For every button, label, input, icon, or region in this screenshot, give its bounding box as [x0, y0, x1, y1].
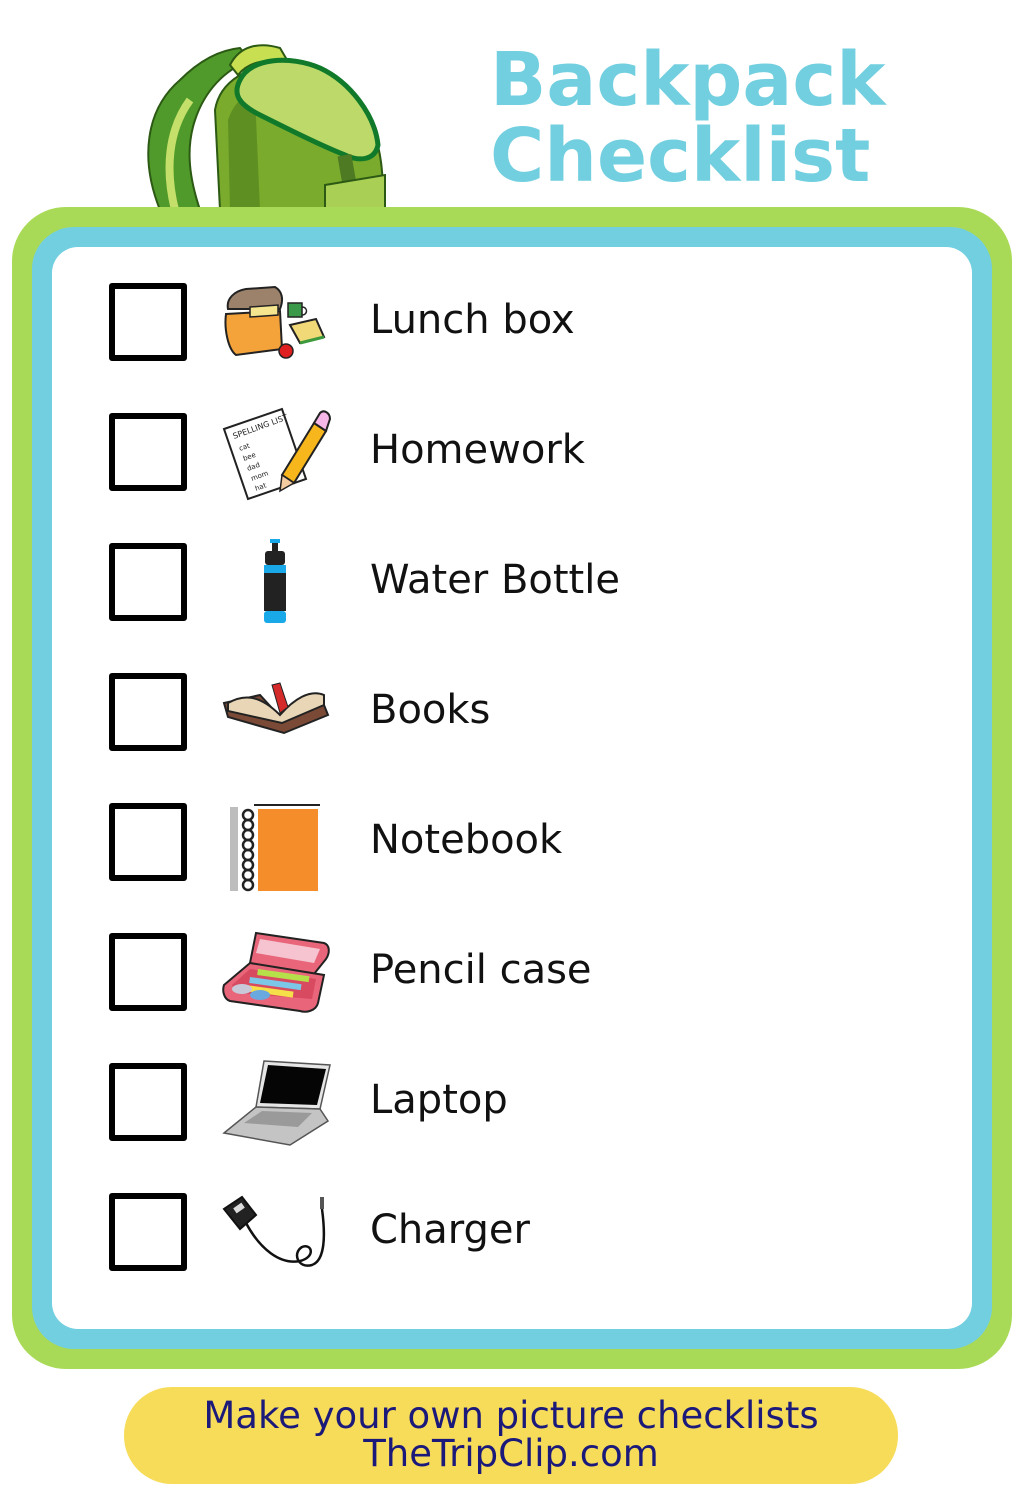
checkbox[interactable]	[109, 1193, 187, 1271]
item-label: Pencil case	[370, 947, 592, 993]
item-label: Lunch box	[370, 297, 575, 343]
checkbox[interactable]	[109, 1063, 187, 1141]
title-line-1: Backpack	[490, 37, 886, 123]
promo-banner[interactable]: Make your own picture checklists TheTrip…	[124, 1387, 898, 1484]
checklist: Lunch box SPELLING LIST cat bee dad mom …	[52, 247, 972, 1329]
item-label: Water Bottle	[370, 557, 620, 603]
checkbox[interactable]	[109, 803, 187, 881]
item-label: Books	[370, 687, 491, 733]
pencil-case-icon	[222, 931, 330, 1013]
page-title: Backpack Checklist	[490, 42, 885, 194]
checkbox[interactable]	[109, 933, 187, 1011]
checklist-item: Lunch box	[52, 247, 972, 377]
checklist-item: Notebook	[52, 767, 972, 897]
checkbox[interactable]	[109, 673, 187, 751]
item-label: Homework	[370, 427, 585, 473]
header: Backpack Checklist	[0, 0, 1023, 210]
checkbox[interactable]	[109, 413, 187, 491]
checklist-item: Water Bottle	[52, 507, 972, 637]
promo-link[interactable]: TheTripClip.com	[124, 1435, 898, 1473]
item-label: Notebook	[370, 817, 563, 863]
promo-line-1: Make your own picture checklists	[203, 1394, 819, 1437]
title-line-2: Checklist	[490, 113, 871, 199]
checklist-item: Books	[52, 637, 972, 767]
books-icon	[222, 682, 330, 735]
homework-icon: SPELLING LIST cat bee dad mom hat	[222, 407, 332, 501]
checklist-item: Laptop	[52, 1027, 972, 1157]
checklist-item: Charger	[52, 1157, 972, 1287]
checkbox[interactable]	[109, 283, 187, 361]
item-label: Charger	[370, 1207, 530, 1253]
checklist-item: SPELLING LIST cat bee dad mom hat Homewo…	[52, 377, 972, 507]
item-label: Laptop	[370, 1077, 508, 1123]
laptop-icon	[222, 1060, 331, 1146]
charger-icon	[222, 1195, 326, 1267]
checklist-item: Pencil case	[52, 897, 972, 1027]
lunch-box-icon	[224, 285, 326, 359]
notebook-icon	[230, 804, 320, 892]
backpack-icon	[147, 44, 386, 210]
checkbox[interactable]	[109, 543, 187, 621]
water-bottle-icon	[264, 539, 286, 623]
